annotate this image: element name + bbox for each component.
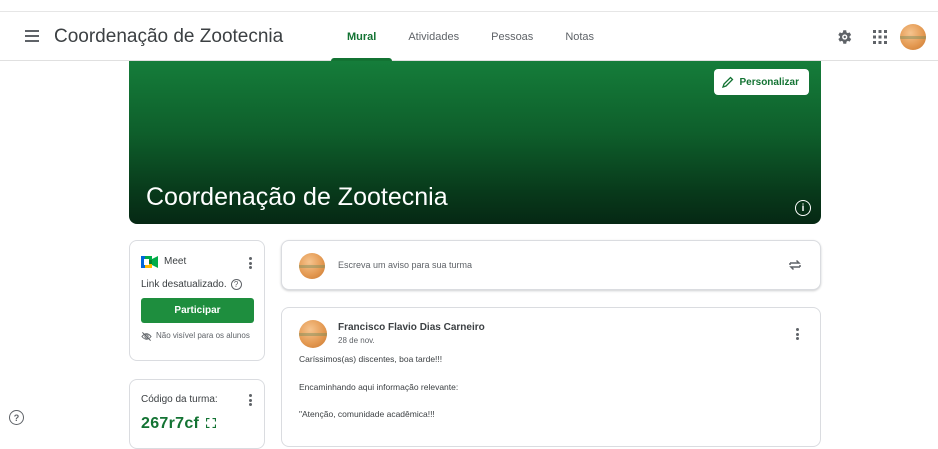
visibility-note-text: Não visível para os alunos bbox=[156, 331, 250, 340]
pencil-icon bbox=[721, 76, 733, 88]
user-avatar bbox=[299, 253, 325, 279]
class-code-card: Código da turma: 267r7cf bbox=[129, 379, 265, 449]
announce-box[interactable]: Escreva um aviso para sua turma bbox=[281, 240, 821, 290]
post-author[interactable]: Francisco Flavio Dias Carneiro bbox=[338, 322, 485, 333]
apps-grid-icon[interactable] bbox=[868, 25, 892, 49]
tab-notas[interactable]: Notas bbox=[549, 13, 610, 61]
join-button[interactable]: Participar bbox=[141, 298, 254, 323]
tab-pessoas[interactable]: Pessoas bbox=[475, 13, 549, 61]
visibility-note: Não visível para os alunos bbox=[141, 331, 259, 342]
post-more-icon[interactable] bbox=[792, 326, 802, 342]
customize-button[interactable]: Personalizar bbox=[713, 69, 809, 95]
post-body-line: "Atenção, comunidade acadêmica!!! bbox=[299, 409, 435, 419]
app-title[interactable]: Coordenação de Zootecnia bbox=[54, 26, 283, 48]
settings-icon[interactable] bbox=[832, 25, 856, 49]
banner-title: Coordenação de Zootecnia bbox=[146, 183, 448, 211]
menu-icon[interactable] bbox=[22, 27, 42, 47]
post-body-line: Encaminhando aqui informação relevante: bbox=[299, 382, 459, 392]
author-avatar bbox=[299, 320, 327, 348]
class-banner: Personalizar Coordenação de Zootecnia i bbox=[129, 61, 821, 224]
link-status: Link desatualizado. ? bbox=[141, 279, 242, 290]
help-icon[interactable]: ? bbox=[230, 279, 242, 290]
class-tabs: Mural Atividades Pessoas Notas bbox=[331, 13, 610, 61]
link-status-text: Link desatualizado. bbox=[141, 279, 227, 290]
customize-label: Personalizar bbox=[739, 76, 799, 88]
post-body-line: Caríssimos(as) discentes, boa tarde!!! bbox=[299, 354, 443, 364]
account-avatar[interactable] bbox=[900, 24, 926, 50]
tab-atividades[interactable]: Atividades bbox=[392, 13, 475, 61]
meet-more-icon[interactable] bbox=[245, 255, 255, 271]
meet-card: Meet Link desatualizado. ? Participar Nã… bbox=[129, 240, 265, 361]
class-code-more-icon[interactable] bbox=[245, 392, 255, 408]
post-card: Francisco Flavio Dias Carneiro 28 de nov… bbox=[281, 307, 821, 447]
meet-logo-icon bbox=[141, 256, 158, 268]
visibility-off-icon bbox=[141, 332, 152, 341]
help-icon[interactable]: ? bbox=[9, 410, 24, 425]
announce-placeholder: Escreva um aviso para sua turma bbox=[338, 260, 473, 270]
app-bar: Coordenação de Zootecnia Mural Atividade… bbox=[0, 13, 938, 61]
tab-mural[interactable]: Mural bbox=[331, 13, 393, 61]
post-date: 28 de nov. bbox=[338, 336, 375, 345]
class-code-value: 267r7cf bbox=[141, 415, 200, 432]
repost-icon[interactable] bbox=[787, 257, 803, 273]
info-icon[interactable]: i bbox=[795, 200, 811, 216]
class-code-label: Código da turma: bbox=[141, 394, 218, 405]
meet-label: Meet bbox=[164, 256, 187, 267]
fullscreen-icon[interactable] bbox=[206, 418, 216, 428]
browser-top-strip bbox=[0, 0, 938, 12]
